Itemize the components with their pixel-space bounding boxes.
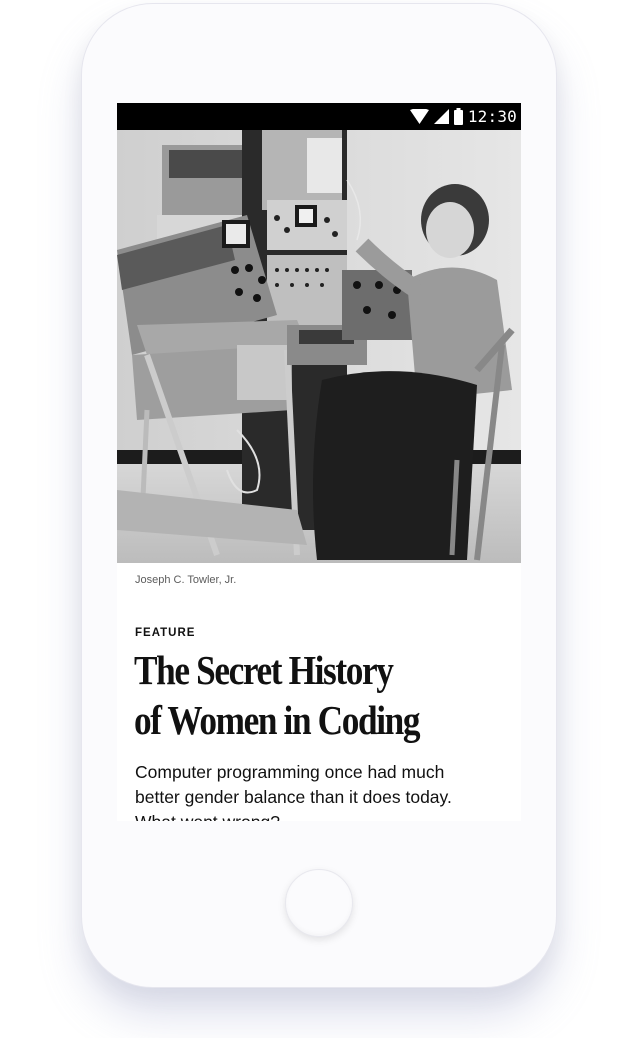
article-photo-illustration <box>117 130 521 563</box>
headline-line: The Secret History <box>134 647 394 693</box>
status-time: 12:30 <box>467 107 517 126</box>
status-bar: 12:30 <box>117 103 521 130</box>
photo-credit: Joseph C. Towler, Jr. <box>135 574 237 586</box>
dek-line: Computer programming once had much <box>135 762 445 782</box>
article-photo[interactable] <box>117 130 521 563</box>
article-headline[interactable]: The Secret History of Women in Coding <box>134 645 461 745</box>
article-dek: Computer programming once had much bette… <box>135 760 515 821</box>
article-kicker: FEATURE <box>135 627 196 639</box>
cellular-signal-icon <box>433 109 449 124</box>
battery-icon <box>453 108 463 125</box>
headline-line: of Women in Coding <box>134 697 421 743</box>
phone-screen: 12:30 Joseph C. Towler, Jr. FEATURE The … <box>117 103 521 821</box>
wifi-icon <box>409 109 429 124</box>
dek-line: better gender balance than it does today… <box>135 787 452 807</box>
status-icons: 12:30 <box>409 107 517 126</box>
home-button[interactable] <box>285 869 353 937</box>
dek-line: What went wrong? <box>135 810 515 821</box>
